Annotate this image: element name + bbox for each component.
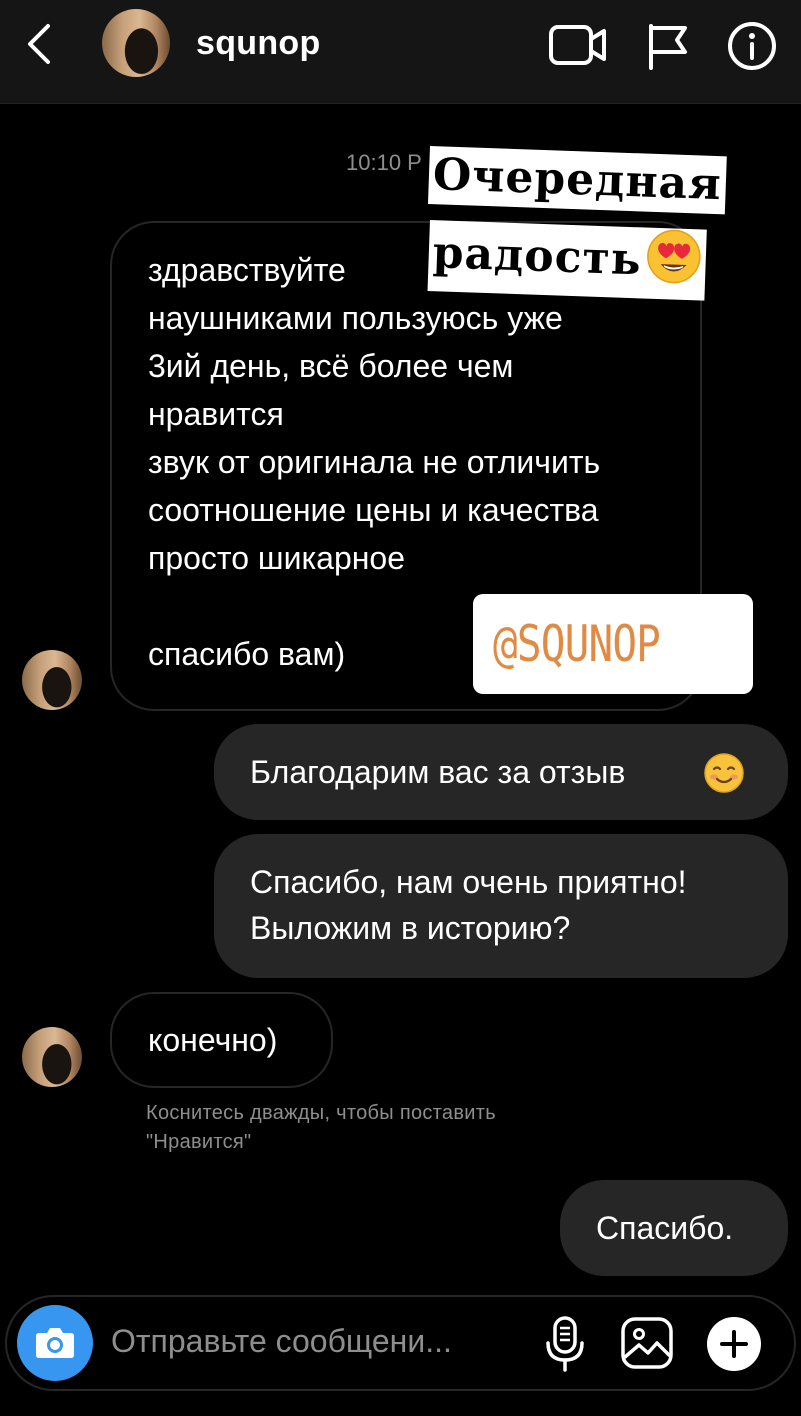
camera-icon xyxy=(36,1328,74,1358)
message-text: Благодарим вас за отзыв xyxy=(250,754,626,790)
header-avatar[interactable] xyxy=(102,9,170,77)
story-caption-sticker: Очередная радость xyxy=(427,146,770,302)
message-line: 3ий день, всё более чем xyxy=(148,348,514,384)
heart-eyes-emoji-icon xyxy=(644,228,702,301)
header-username[interactable]: squnop xyxy=(196,24,321,63)
video-call-icon[interactable] xyxy=(548,22,608,73)
double-tap-like-hint: Коснитесь дважды, чтобы поставить "Нрави… xyxy=(146,1099,496,1157)
info-icon[interactable] xyxy=(726,22,778,79)
plus-icon[interactable] xyxy=(707,1317,761,1371)
hint-line: Коснитесь дважды, чтобы поставить xyxy=(146,1102,496,1124)
caption-line: Очередная xyxy=(427,146,727,215)
message-input[interactable]: Отправьте сообщени... xyxy=(111,1323,452,1360)
caption-line-with-emoji: радость xyxy=(427,220,707,301)
outgoing-message[interactable]: Благодарим вас за отзыв xyxy=(214,724,788,820)
caption-line: радость xyxy=(431,227,643,286)
message-line: нравится xyxy=(148,396,284,432)
message-line: соотношение цены и качества xyxy=(148,492,599,528)
sender-avatar[interactable] xyxy=(22,650,82,710)
sender-avatar[interactable] xyxy=(22,1027,82,1087)
hint-line: "Нравится" xyxy=(146,1131,252,1153)
camera-button[interactable] xyxy=(17,1305,93,1381)
microphone-icon[interactable] xyxy=(543,1315,587,1378)
message-line: звук от оригинала не отличить xyxy=(148,444,601,480)
gallery-icon[interactable] xyxy=(619,1315,675,1376)
flag-icon[interactable] xyxy=(645,22,691,75)
message-line: Выложим в историю? xyxy=(250,910,571,946)
chat-header: squnop xyxy=(0,0,801,104)
back-chevron-icon[interactable] xyxy=(22,22,62,66)
smiling-face-icon xyxy=(703,752,745,799)
outgoing-message[interactable]: Спасибо. xyxy=(560,1180,788,1276)
outgoing-message[interactable]: Спасибо, нам очень приятно! Выложим в ис… xyxy=(214,834,788,978)
message-line: просто шикарное xyxy=(148,540,406,576)
incoming-message[interactable]: конечно) xyxy=(110,992,333,1088)
message-text: конечно) xyxy=(148,1022,278,1058)
message-timestamp: 10:10 P xyxy=(346,150,422,175)
message-text: Спасибо. xyxy=(596,1210,734,1246)
message-line: Спасибо, нам очень приятно! xyxy=(250,864,687,900)
mention-text: @SQUNOP xyxy=(493,615,661,673)
message-composer: Отправьте сообщени... xyxy=(5,1295,796,1391)
mention-sticker: @SQUNOP xyxy=(473,594,753,694)
